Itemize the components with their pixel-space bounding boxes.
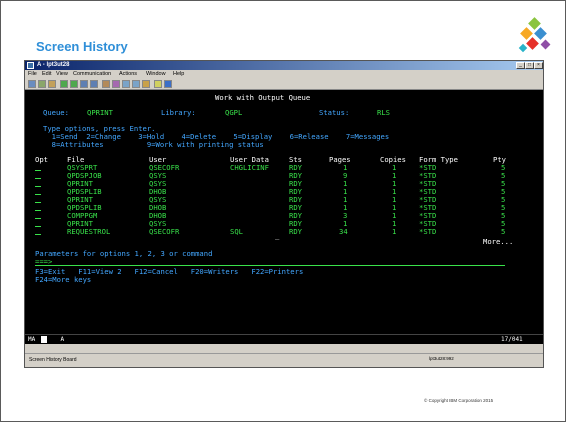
menu-actions[interactable]: Actions <box>119 70 137 79</box>
menu-edit[interactable]: Edit <box>42 70 51 79</box>
tip-icon[interactable] <box>154 80 162 88</box>
paste-icon[interactable] <box>48 80 56 88</box>
session-name: lpt3ut28:992 <box>429 356 454 361</box>
menu-bar: File Edit View Communication Actions Win… <box>25 70 543 79</box>
cursor-marker: _ <box>275 231 280 240</box>
row-pty: 5 <box>501 227 506 236</box>
row-user-data: CHGLICINF <box>230 163 269 172</box>
menu-communication[interactable]: Communication <box>73 70 111 79</box>
library-label: Library: <box>161 108 196 117</box>
row-copies: 1 <box>392 227 397 236</box>
window-title: A - lpt3ut28 <box>37 62 70 68</box>
session-bar <box>25 344 543 354</box>
screen-header: Work with Output Queue <box>215 93 311 102</box>
emulator-status-bar: MA + A 17/041 <box>25 334 543 344</box>
terminal-screen[interactable]: Work with Output Queue Queue: QPRINT Lib… <box>25 90 543 334</box>
col-opt: Opt <box>35 155 48 164</box>
option-input[interactable] <box>35 164 41 171</box>
slide-title: Screen History <box>36 39 128 54</box>
record-icon[interactable] <box>122 80 130 88</box>
menu-view[interactable]: View <box>56 70 68 79</box>
option-input[interactable] <box>35 172 41 179</box>
more-indicator: More... <box>483 237 514 246</box>
app-icon <box>27 62 34 69</box>
minimize-button[interactable]: _ <box>516 62 525 69</box>
option-input[interactable] <box>35 196 41 203</box>
menu-file[interactable]: File <box>28 70 37 79</box>
emulator-window: A - lpt3ut28 _ □ × File Edit View Commun… <box>24 60 544 368</box>
stop-icon[interactable] <box>142 80 150 88</box>
library-value: QGPL <box>225 108 243 117</box>
help-icon[interactable] <box>164 80 172 88</box>
macro-icon[interactable] <box>112 80 120 88</box>
queue-value: QPRINT <box>87 108 113 117</box>
row-file: REQUESTROL <box>67 227 111 236</box>
row-pages: 34 <box>339 227 348 236</box>
row-form-type: *STD <box>419 227 437 236</box>
keyboard-icon[interactable] <box>102 80 110 88</box>
color-icon[interactable] <box>90 80 98 88</box>
window-status-bar: Screen History Board lpt3ut28:992 <box>25 354 543 367</box>
cursor-position: 17/041 <box>501 336 523 343</box>
status-left: MA + A <box>28 336 65 343</box>
option-input[interactable] <box>35 204 41 211</box>
status-label: Status: <box>319 108 350 117</box>
params-label: Parameters for options 1, 2, 3 or comman… <box>35 249 213 258</box>
status-value: RLS <box>377 108 390 117</box>
maximize-button[interactable]: □ <box>525 62 534 69</box>
option-input[interactable] <box>35 212 41 219</box>
receive-icon[interactable] <box>70 80 78 88</box>
options-line-2: 8=Attributes 9=Work with printing status <box>43 140 264 149</box>
menu-window[interactable]: Window <box>146 70 166 79</box>
option-input[interactable] <box>35 188 41 195</box>
toolbar <box>25 79 543 90</box>
row-user: QSECOFR <box>149 227 180 236</box>
display-icon[interactable] <box>80 80 88 88</box>
print-icon[interactable] <box>28 80 36 88</box>
command-input[interactable] <box>35 265 505 266</box>
copy-icon[interactable] <box>38 80 46 88</box>
copyright-notice: © Copyright IBM Corporation 2015 <box>424 398 494 403</box>
logo-icon <box>518 17 551 53</box>
close-button[interactable]: × <box>534 62 543 69</box>
row-user-data: SQL <box>230 227 243 236</box>
col-pages: Pages <box>329 155 351 164</box>
option-input[interactable] <box>35 220 41 227</box>
option-input[interactable] <box>35 228 41 235</box>
send-icon[interactable] <box>60 80 68 88</box>
fkeys-line-2: F24=More keys <box>35 275 92 284</box>
menu-help[interactable]: Help <box>173 70 184 79</box>
window-titlebar: A - lpt3ut28 _ □ × <box>25 61 543 70</box>
queue-label: Queue: <box>43 108 69 117</box>
option-input[interactable] <box>35 180 41 187</box>
row-sts: RDY <box>289 227 302 236</box>
status-text: Screen History Board <box>29 357 77 363</box>
play-icon[interactable] <box>132 80 140 88</box>
